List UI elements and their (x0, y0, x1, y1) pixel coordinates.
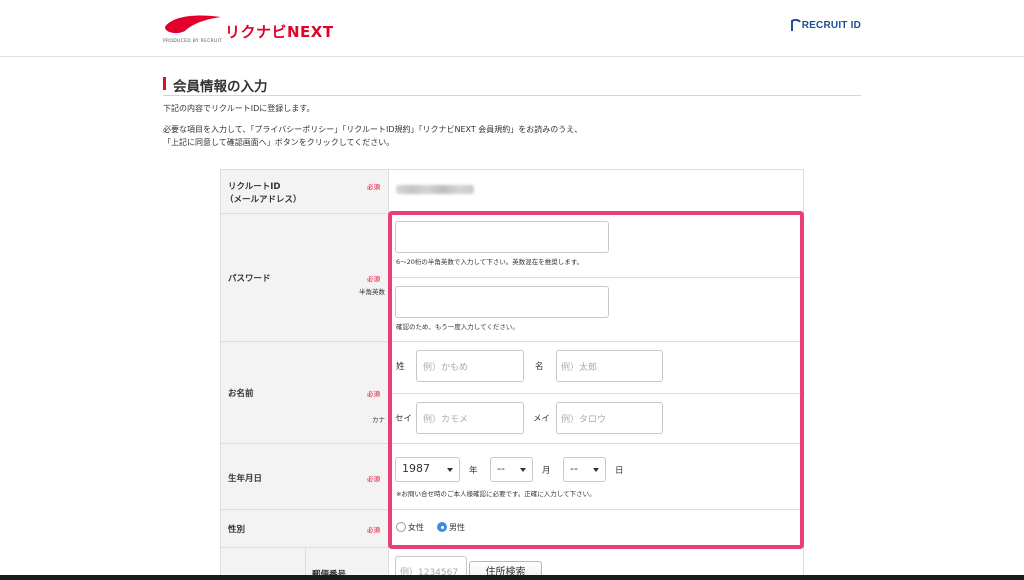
required-badge: 必須 (367, 275, 380, 283)
label-column (221, 170, 389, 580)
birthdate-hint: ※お問い合せ時のご本人様確認に必要です。正確に入力して下さい。 (396, 490, 596, 498)
intro-text-2: 必要な項目を入力して、「プライバシーポリシー」「リクルートID規約」「リクナビN… (163, 125, 583, 134)
first-name-kana-placeholder: 例）タロウ (561, 415, 607, 425)
birth-year-value: 1987 (402, 462, 430, 475)
recruit-id-logo: RECRUIT ID (790, 19, 861, 32)
page-title: 会員情報の入力 (173, 79, 268, 95)
birth-day-value: -- (570, 462, 578, 475)
gender-label: 性別 (228, 525, 246, 535)
birth-year-select[interactable]: 1987 (395, 457, 460, 482)
month-unit: 月 (542, 466, 551, 476)
first-name-placeholder: 例）太郎 (561, 363, 598, 373)
row-divider (389, 393, 805, 394)
birth-day-select[interactable]: -- (563, 457, 606, 482)
first-name-kana-input[interactable]: 例）タロウ (556, 402, 663, 434)
intro-text-3: 「上記に同意して確認画面へ」ボタンをクリックしてください。 (163, 138, 395, 147)
chevron-down-icon (447, 468, 453, 472)
gender-male-radio[interactable] (437, 522, 447, 532)
chevron-down-icon (520, 468, 526, 472)
first-name-input[interactable]: 例）太郎 (556, 350, 663, 382)
last-name-input[interactable]: 例）かもめ (416, 350, 524, 382)
birth-month-value: -- (497, 462, 505, 475)
gender-female-label[interactable]: 女性 (408, 522, 424, 533)
password-hint: 6〜20桁の半角英数で入力して下さい。英数混在を推奨します。 (396, 258, 584, 266)
required-badge: 必須 (367, 183, 380, 191)
row-divider (221, 547, 803, 548)
recruit-id-value-masked (396, 185, 474, 194)
required-badge: 必須 (367, 475, 380, 483)
chevron-down-icon (593, 468, 599, 472)
password-confirm-input[interactable] (395, 286, 609, 318)
required-badge: 必須 (367, 526, 380, 534)
first-name-kana-label: メイ (533, 414, 551, 424)
day-unit: 日 (615, 466, 624, 476)
gender-female-radio[interactable] (396, 522, 406, 532)
recruit-id-mark-icon (790, 19, 801, 31)
password-label: パスワード (228, 274, 271, 284)
last-name-kana-label: セイ (395, 414, 413, 424)
page-title-section: 会員情報の入力 (163, 73, 861, 96)
password-input[interactable] (395, 221, 609, 253)
logo-text: リクナビNEXT (225, 23, 334, 41)
intro-text-1: 下記の内容でリクルートIDに登録します。 (163, 104, 315, 113)
row-divider (221, 443, 803, 444)
password-confirm-hint: 確認のため、もう一度入力してください。 (396, 323, 519, 331)
row-divider (221, 213, 803, 214)
gender-male-label[interactable]: 男性 (449, 522, 465, 533)
last-name-kana-input[interactable]: 例）カモメ (416, 402, 524, 434)
recruit-id-text: RECRUIT ID (801, 20, 861, 31)
row-divider (221, 341, 803, 342)
recruit-id-label: リクルートID (228, 182, 281, 192)
rikunabi-next-logo[interactable]: リクナビNEXT PRODUCED BY RECRUIT (163, 12, 333, 48)
window-bottom-edge (0, 575, 1024, 580)
name-label: お名前 (228, 389, 254, 399)
last-name-label: 姓 (396, 362, 405, 372)
row-divider (389, 277, 805, 278)
logo-swoosh-icon (165, 15, 221, 34)
site-header: リクナビNEXT PRODUCED BY RECRUIT RECRUIT ID (0, 0, 1024, 57)
recruit-id-label-sub: （メールアドレス） (225, 195, 302, 205)
last-name-placeholder: 例）かもめ (423, 363, 469, 373)
kana-sub-label: カナ (372, 416, 385, 424)
required-badge: 必須 (367, 390, 380, 398)
year-unit: 年 (469, 466, 478, 476)
password-sub-label: 半角英数 (359, 288, 385, 296)
birthdate-label: 生年月日 (228, 474, 263, 484)
birth-month-select[interactable]: -- (490, 457, 533, 482)
last-name-kana-placeholder: 例）カモメ (423, 415, 469, 425)
first-name-label: 名 (535, 362, 544, 372)
row-divider (221, 509, 803, 510)
title-accent-bar (163, 77, 166, 90)
logo-produced-by: PRODUCED BY RECRUIT (163, 39, 223, 44)
